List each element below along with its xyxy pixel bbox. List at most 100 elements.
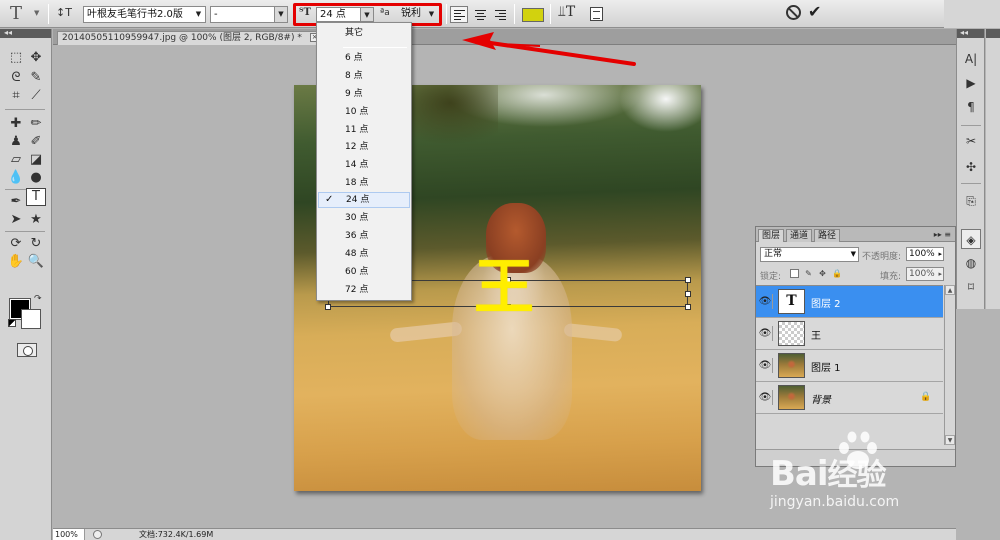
history-brush-tool-icon[interactable]: ✐: [26, 133, 46, 151]
channels-panel-icon[interactable]: ◍: [961, 253, 981, 273]
blur-tool-icon[interactable]: 💧: [6, 169, 26, 187]
paragraph-panel-icon[interactable]: ¶: [961, 97, 981, 117]
opacity-field[interactable]: 100% ▸: [906, 247, 944, 261]
menu-item-size[interactable]: 10 点: [318, 104, 410, 120]
3d-orbit-tool-icon[interactable]: ↻: [26, 235, 46, 253]
crop-tool-icon[interactable]: ⌗: [6, 87, 26, 105]
font-family-select[interactable]: 叶根友毛笔行书2.0版 ▼: [83, 6, 206, 23]
panel-collapse-handle[interactable]: [986, 29, 1000, 38]
fill-field[interactable]: 100% ▸: [906, 267, 944, 281]
menu-item-size[interactable]: 9 点: [318, 86, 410, 102]
visibility-eye-icon[interactable]: 👁: [758, 294, 773, 309]
transform-handle[interactable]: [685, 277, 691, 283]
clone-source-icon[interactable]: ⎘: [961, 191, 981, 211]
lock-transparency-icon[interactable]: [790, 269, 799, 278]
zoom-tool-icon[interactable]: 🔍: [26, 253, 46, 271]
tool-presets-icon[interactable]: ✂: [961, 131, 981, 151]
tab-paths[interactable]: 路径: [814, 229, 841, 242]
menu-item-size[interactable]: 30 点: [318, 210, 410, 226]
document-tab[interactable]: 20140505110959947.jpg @ 100% (图层 2, RGB/…: [57, 31, 325, 45]
commit-check-icon[interactable]: ✔: [808, 2, 821, 21]
lock-pixels-icon[interactable]: ✎: [804, 269, 813, 278]
layers-panel-icon[interactable]: ◈: [961, 229, 981, 249]
text-color-swatch[interactable]: [522, 8, 544, 22]
brush-presets-icon[interactable]: ✣: [961, 157, 981, 177]
brush-tool-icon[interactable]: ✏: [26, 115, 46, 133]
menu-item-size[interactable]: 11 点: [318, 122, 410, 138]
move-tool-icon[interactable]: ✥: [26, 49, 46, 67]
lock-all-icon[interactable]: 🔒: [832, 269, 842, 278]
status-info-button[interactable]: [93, 530, 102, 539]
panel-menu-icon[interactable]: ▸▸ ≡: [934, 230, 951, 239]
dodge-tool-icon[interactable]: ●: [26, 169, 46, 187]
hand-tool-icon[interactable]: ✋: [6, 253, 26, 271]
align-center-button[interactable]: [471, 6, 489, 23]
menu-item-size[interactable]: 8 点: [318, 68, 410, 84]
type-tool-icon[interactable]: T: [26, 188, 46, 206]
antialias-select[interactable]: 锐利 ▼: [398, 7, 438, 22]
visibility-eye-icon[interactable]: 👁: [758, 326, 773, 341]
menu-item-size[interactable]: 14 点: [318, 157, 410, 173]
menu-item-other[interactable]: 其它: [318, 25, 410, 41]
background-color-swatch[interactable]: [21, 309, 41, 329]
transform-handle[interactable]: [685, 291, 691, 297]
align-right-button[interactable]: [491, 6, 509, 23]
panel-collapse-handle[interactable]: ◂◂: [0, 29, 51, 38]
zoom-level-field[interactable]: 100%: [53, 529, 85, 540]
swap-colors-icon[interactable]: ↷: [34, 294, 42, 304]
layer-row[interactable]: 👁 T 图层 2: [756, 286, 943, 318]
clone-stamp-tool-icon[interactable]: ♟: [6, 133, 26, 151]
lasso-tool-icon[interactable]: ᘓ: [6, 69, 26, 87]
quick-mask-button[interactable]: [17, 343, 37, 357]
paths-panel-icon[interactable]: ⌑: [961, 277, 981, 297]
eyedropper-tool-icon[interactable]: ⟋: [26, 87, 46, 105]
menu-item-size[interactable]: 72 点: [318, 282, 410, 298]
layers-scrollbar[interactable]: ▲ ▼: [944, 285, 955, 445]
align-left-button[interactable]: [450, 6, 468, 23]
layer-row[interactable]: 👁 图层 1: [756, 350, 943, 382]
blend-mode-value: 正常: [764, 249, 783, 259]
menu-item-size[interactable]: 18 点: [318, 175, 410, 191]
menu-item-size-selected[interactable]: ✓ 24 点: [318, 192, 410, 208]
menu-item-size[interactable]: 48 点: [318, 246, 410, 262]
font-size-select[interactable]: 24 点 ▼: [316, 7, 374, 22]
type-tool-preset-icon[interactable]: T: [10, 3, 22, 24]
shape-tool-icon[interactable]: ★: [26, 211, 46, 229]
blend-mode-select[interactable]: 正常 ▼: [760, 247, 859, 262]
default-colors-icon[interactable]: [8, 319, 16, 327]
layer-row[interactable]: 👁 背景 🔒: [756, 382, 943, 414]
paint-bucket-tool-icon[interactable]: ◪: [26, 151, 46, 169]
character-panel-button[interactable]: [590, 7, 603, 21]
scroll-up-icon[interactable]: ▲: [945, 285, 955, 295]
path-select-tool-icon[interactable]: ➤: [6, 211, 26, 229]
font-style-select[interactable]: - ▼: [210, 6, 288, 23]
scroll-down-icon[interactable]: ▼: [945, 435, 955, 445]
layer-row[interactable]: 👁 王: [756, 318, 943, 350]
document-tab-title: 20140505110959947.jpg @ 100% (图层 2, RGB/…: [62, 33, 302, 43]
character-panel-icon[interactable]: A|: [961, 49, 981, 69]
cancel-icon[interactable]: [786, 5, 801, 20]
menu-item-size[interactable]: 6 点: [318, 50, 410, 66]
menu-item-size[interactable]: 12 点: [318, 139, 410, 155]
healing-brush-tool-icon[interactable]: ✚: [6, 115, 26, 133]
warp-text-icon[interactable]: ⫫T: [558, 4, 575, 20]
quick-select-tool-icon[interactable]: ✎: [26, 69, 46, 87]
transform-handle[interactable]: [685, 304, 691, 310]
actions-panel-icon[interactable]: ▶: [961, 73, 981, 93]
3d-rotate-tool-icon[interactable]: ⟳: [6, 235, 26, 253]
eraser-tool-icon[interactable]: ▱: [6, 151, 26, 169]
canvas-text[interactable]: 王: [474, 255, 534, 321]
menu-item-size[interactable]: 36 点: [318, 228, 410, 244]
tab-layers[interactable]: 图层: [758, 229, 785, 242]
menu-item-size[interactable]: 60 点: [318, 264, 410, 280]
lock-position-icon[interactable]: ✥: [818, 269, 827, 278]
pen-tool-icon[interactable]: ✒: [6, 193, 26, 211]
panel-collapse-handle[interactable]: ◂◂: [957, 29, 984, 38]
marquee-tool-icon[interactable]: ⬚: [6, 49, 26, 67]
tab-channels[interactable]: 通道: [786, 229, 813, 242]
visibility-eye-icon[interactable]: 👁: [758, 358, 773, 373]
transform-handle[interactable]: [325, 304, 331, 310]
chevron-down-icon[interactable]: ▼: [34, 9, 39, 17]
visibility-eye-icon[interactable]: 👁: [758, 390, 773, 405]
text-orientation-icon[interactable]: ↕T: [56, 6, 72, 19]
